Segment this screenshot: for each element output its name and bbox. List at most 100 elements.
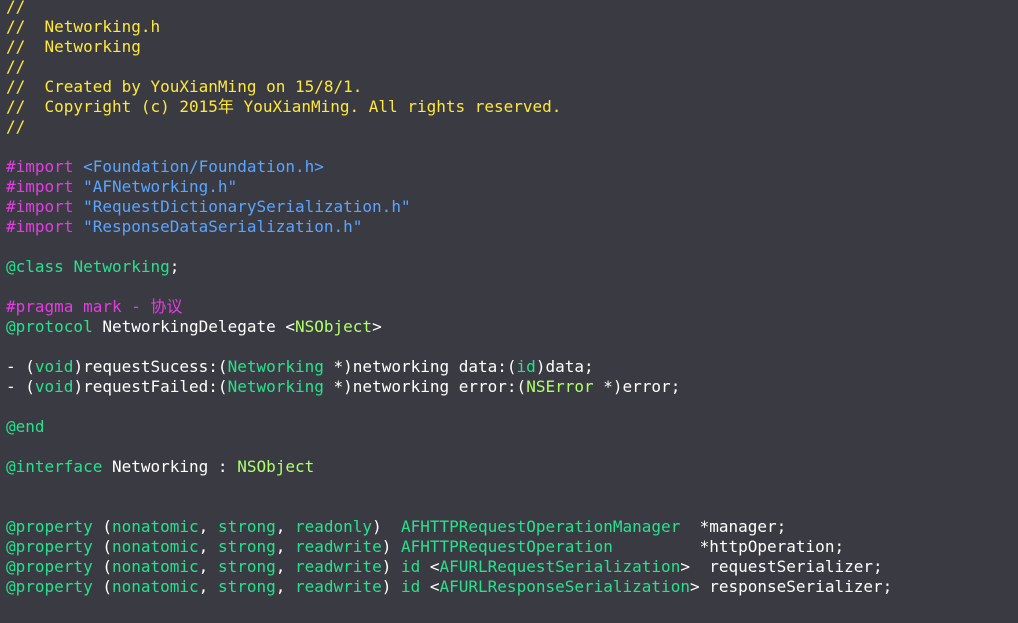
code-token-keyword: @property bbox=[6, 537, 93, 556]
code-token-keyword: @property bbox=[6, 557, 93, 576]
code-token-comment: // bbox=[6, 57, 26, 76]
code-line: @property (nonatomic, strong, readwrite)… bbox=[6, 577, 892, 597]
code-token-plain: ) bbox=[372, 517, 401, 536]
code-token-type: AFURLResponseSerialization bbox=[439, 577, 690, 596]
code-token-plain: > requestSerializer; bbox=[680, 557, 883, 576]
code-token-plain: < bbox=[420, 577, 440, 596]
code-token-plain: , bbox=[198, 557, 218, 576]
code-token-plain: ( bbox=[92, 577, 112, 596]
code-line: @interface Networking : NSObject bbox=[6, 457, 314, 477]
code-token-plain: ) bbox=[381, 577, 401, 596]
code-token-plain: )requestFailed:( bbox=[73, 377, 228, 396]
code-token-plain: ( bbox=[92, 537, 112, 556]
code-line: - (void)requestFailed:(Networking *)netw… bbox=[6, 377, 680, 397]
code-token-type: Networking bbox=[227, 357, 324, 376]
code-token-plain: Networking : bbox=[102, 457, 238, 476]
code-token-plain: *)networking data:( bbox=[323, 357, 517, 376]
code-token-plain: - ( bbox=[6, 357, 35, 376]
code-token-keyword: @property bbox=[6, 577, 93, 596]
code-token-string: "ResponseDataSerialization.h" bbox=[83, 217, 363, 236]
code-token-directive: #import bbox=[6, 197, 84, 216]
code-token-plain: , bbox=[198, 577, 218, 596]
code-token-plain: NetworkingDelegate < bbox=[92, 317, 295, 336]
code-token-directive: #pragma mark - 协议 bbox=[6, 297, 183, 316]
code-token-keyword: nonatomic bbox=[111, 537, 199, 556]
code-token-keyword: nonatomic bbox=[111, 577, 199, 596]
code-token-keyword: @class bbox=[6, 257, 64, 276]
code-token-type: Networking bbox=[227, 377, 324, 396]
code-line: #import <Foundation/Foundation.h> bbox=[6, 157, 324, 177]
code-line: @protocol NetworkingDelegate <NSObject> bbox=[6, 317, 382, 337]
code-token-string: "AFNetworking.h" bbox=[83, 177, 238, 196]
code-token-keyword: @property bbox=[6, 517, 93, 536]
code-line: // Created by YouXianMing on 15/8/1. bbox=[6, 77, 362, 97]
code-token-comment: // bbox=[6, 117, 26, 136]
code-token-plain: , bbox=[198, 517, 218, 536]
code-token-keyword: void bbox=[34, 357, 74, 376]
code-token-keyword: strong bbox=[217, 517, 276, 536]
code-line: @property (nonatomic, strong, readonly) … bbox=[6, 517, 786, 537]
code-line: @property (nonatomic, strong, readwrite)… bbox=[6, 537, 844, 557]
code-line: // bbox=[6, 117, 25, 137]
code-token-type: AFURLRequestSerialization bbox=[439, 557, 681, 576]
code-token-plain: *manager; bbox=[680, 517, 787, 536]
code-token-directive: #import bbox=[6, 157, 84, 176]
code-line: @class Networking; bbox=[6, 257, 179, 277]
code-editor[interactable]: //// Networking.h// Networking//// Creat… bbox=[0, 0, 1018, 623]
code-token-comment: // Networking.h bbox=[6, 17, 161, 36]
code-line: #import "AFNetworking.h" bbox=[6, 177, 237, 197]
code-token-plain: )requestSucess:( bbox=[73, 357, 228, 376]
code-token-keyword: strong bbox=[217, 577, 276, 596]
code-token-plain: , bbox=[275, 517, 295, 536]
code-token-keyword: id bbox=[400, 577, 421, 596]
code-token-type2: NSObject bbox=[295, 317, 373, 336]
code-token-directive: #import bbox=[6, 217, 84, 236]
code-line: // Networking.h bbox=[6, 17, 160, 37]
code-token-keyword: readonly bbox=[295, 517, 373, 536]
code-token-plain: *httpOperation; bbox=[612, 537, 845, 556]
code-token-plain: , bbox=[198, 537, 218, 556]
code-token-plain: ( bbox=[92, 517, 112, 536]
code-token-plain: > bbox=[372, 317, 382, 336]
code-token-plain: , bbox=[275, 557, 295, 576]
code-token-plain: ) bbox=[381, 537, 401, 556]
code-token-keyword: @end bbox=[6, 417, 45, 436]
code-token-keyword: readwrite bbox=[295, 577, 382, 596]
code-token-keyword: nonatomic bbox=[111, 557, 199, 576]
code-token-string: "RequestDictionarySerialization.h" bbox=[83, 197, 411, 216]
code-token-comment: // Networking bbox=[6, 37, 141, 56]
code-token-keyword: @protocol bbox=[6, 317, 93, 336]
code-token-plain: ; bbox=[169, 257, 180, 276]
code-token-plain: ) bbox=[381, 557, 401, 576]
code-line: @end bbox=[6, 417, 45, 437]
code-token-plain: , bbox=[275, 537, 295, 556]
code-token-comment: // Copyright (c) 2015年 YouXianMing. All … bbox=[6, 97, 562, 116]
code-token-plain: *)networking error:( bbox=[323, 377, 527, 396]
code-token-keyword: strong bbox=[217, 537, 276, 556]
code-token-keyword: readwrite bbox=[295, 557, 382, 576]
code-token-plain: - ( bbox=[6, 377, 35, 396]
code-token-plain: *)error; bbox=[593, 377, 681, 396]
code-token-type2: NSObject bbox=[237, 457, 315, 476]
code-token-comment: // Created by YouXianMing on 15/8/1. bbox=[6, 77, 363, 96]
code-line: // bbox=[6, 0, 25, 17]
code-token-keyword: nonatomic bbox=[111, 517, 199, 536]
code-token-type: AFHTTPRequestOperationManager bbox=[400, 517, 681, 536]
code-line: #import "RequestDictionarySerialization.… bbox=[6, 197, 411, 217]
code-token-type: Networking bbox=[73, 257, 170, 276]
code-token-plain: )data; bbox=[535, 357, 594, 376]
code-line: #import "ResponseDataSerialization.h" bbox=[6, 217, 362, 237]
code-token-type2: NSError bbox=[526, 377, 594, 396]
code-token-keyword: @interface bbox=[6, 457, 103, 476]
code-line: #pragma mark - 协议 bbox=[6, 297, 183, 317]
code-token-comment: // bbox=[6, 0, 26, 16]
code-token-keyword: id bbox=[516, 357, 536, 376]
code-token-keyword: strong bbox=[217, 557, 276, 576]
code-line: // bbox=[6, 57, 25, 77]
code-line: - (void)requestSucess:(Networking *)netw… bbox=[6, 357, 594, 377]
code-token-plain: < bbox=[420, 557, 440, 576]
code-token-keyword: id bbox=[400, 557, 421, 576]
code-token-plain: , bbox=[275, 577, 295, 596]
code-token-keyword: void bbox=[34, 377, 74, 396]
